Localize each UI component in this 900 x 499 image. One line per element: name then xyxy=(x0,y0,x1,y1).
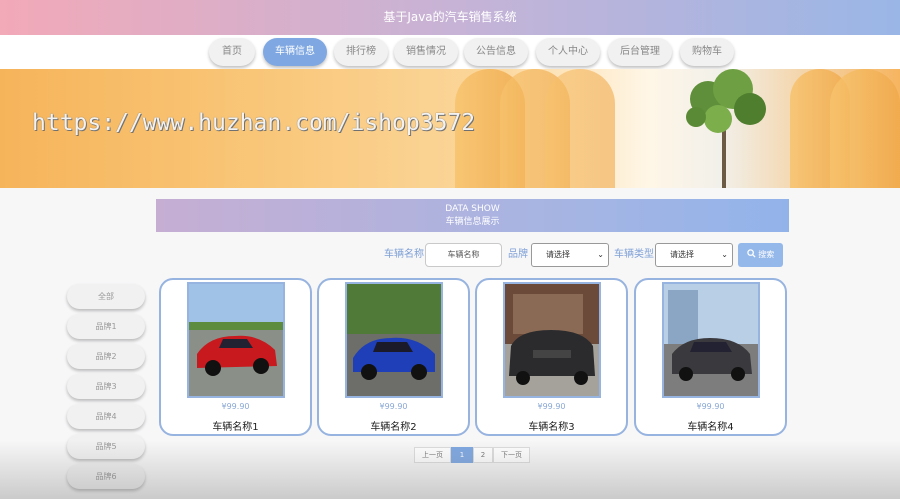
vehicle-name[interactable]: 车辆名称1 xyxy=(161,418,310,433)
nav-personal-center[interactable]: 个人中心 xyxy=(536,38,600,66)
section-title-cn: 车辆信息展示 xyxy=(445,217,500,227)
search-button[interactable]: 搜索 xyxy=(738,243,783,267)
nav-announcements[interactable]: 公告信息 xyxy=(464,38,528,66)
chevron-down-icon: ⌄ xyxy=(721,250,728,259)
brand-filter-item[interactable]: 品牌2 xyxy=(67,344,145,369)
car-photo-4 xyxy=(664,284,758,396)
vehicle-name-input[interactable]: 车辆名称 xyxy=(425,243,502,267)
vehicle-name[interactable]: 车辆名称3 xyxy=(477,418,626,433)
car-photo-2 xyxy=(347,284,441,396)
nav-admin[interactable]: 后台管理 xyxy=(608,38,672,66)
nav-home[interactable]: 首页 xyxy=(209,38,255,66)
brand-filter-item[interactable]: 品牌6 xyxy=(67,464,145,489)
chevron-down-icon: ⌄ xyxy=(597,250,604,259)
watermark-text: https://www.huzhan.com/ishop3572 xyxy=(32,110,476,136)
vehicle-price: ¥99.90 xyxy=(696,402,725,411)
vehicle-name[interactable]: 车辆名称2 xyxy=(319,418,468,433)
vehicle-price: ¥99.90 xyxy=(221,402,250,411)
vehicle-card[interactable]: ¥99.90 车辆名称3 xyxy=(475,278,628,436)
search-icon xyxy=(746,249,756,258)
brand-select[interactable]: 请选择 ⌄ xyxy=(531,243,609,267)
brand-label: 品牌 xyxy=(508,249,528,260)
brand-select-value: 请选择 xyxy=(546,250,570,259)
car-photo-1 xyxy=(189,284,283,396)
vehicle-image[interactable] xyxy=(503,282,601,398)
vehicle-type-select[interactable]: 请选择 ⌄ xyxy=(655,243,733,267)
vehicle-price: ¥99.90 xyxy=(537,402,566,411)
nav-vehicle-info[interactable]: 车辆信息 xyxy=(263,38,327,66)
search-button-label: 搜索 xyxy=(758,250,775,259)
brand-filter-item[interactable]: 品牌1 xyxy=(67,314,145,339)
vehicle-card[interactable]: ¥99.90 车辆名称2 xyxy=(317,278,470,436)
section-header: DATA SHOW 车辆信息展示 xyxy=(156,199,789,232)
brand-filter-item[interactable]: 品牌4 xyxy=(67,404,145,429)
banner-arch xyxy=(830,69,900,188)
brand-filter-item[interactable]: 品牌3 xyxy=(67,374,145,399)
app-title-bar: 基于Java的汽车销售系统 xyxy=(0,0,900,35)
nav-sales[interactable]: 销售情况 xyxy=(394,38,458,66)
vehicle-card[interactable]: ¥99.90 车辆名称1 xyxy=(159,278,312,436)
type-select-value: 请选择 xyxy=(670,250,694,259)
vehicle-price: ¥99.90 xyxy=(379,402,408,411)
car-photo-3 xyxy=(505,284,599,396)
vehicle-image[interactable] xyxy=(187,282,285,398)
app-title: 基于Java的汽车销售系统 xyxy=(383,10,517,24)
vehicle-card[interactable]: ¥99.90 车辆名称4 xyxy=(634,278,787,436)
vehicle-image[interactable] xyxy=(662,282,760,398)
nav-cart[interactable]: 购物车 xyxy=(680,38,734,66)
pagination-page-1[interactable]: 1 xyxy=(451,447,473,463)
brand-filter-all[interactable]: 全部 xyxy=(67,284,145,309)
pagination-next[interactable]: 下一页 xyxy=(493,447,530,463)
pagination-page-2[interactable]: 2 xyxy=(473,447,493,463)
vehicle-name[interactable]: 车辆名称4 xyxy=(636,418,785,433)
vehicle-name-label: 车辆名称 xyxy=(384,249,424,260)
brand-filter-item[interactable]: 品牌5 xyxy=(67,434,145,459)
pagination-prev[interactable]: 上一页 xyxy=(414,447,451,463)
banner-arch xyxy=(545,69,615,188)
section-title-en: DATA SHOW xyxy=(445,204,500,214)
vehicle-image[interactable] xyxy=(345,282,443,398)
vehicle-type-label: 车辆类型 xyxy=(614,249,654,260)
main-nav: 首页 车辆信息 排行榜 销售情况 公告信息 个人中心 后台管理 购物车 xyxy=(0,35,900,69)
plant-image xyxy=(686,69,766,188)
nav-ranking[interactable]: 排行榜 xyxy=(334,38,388,66)
